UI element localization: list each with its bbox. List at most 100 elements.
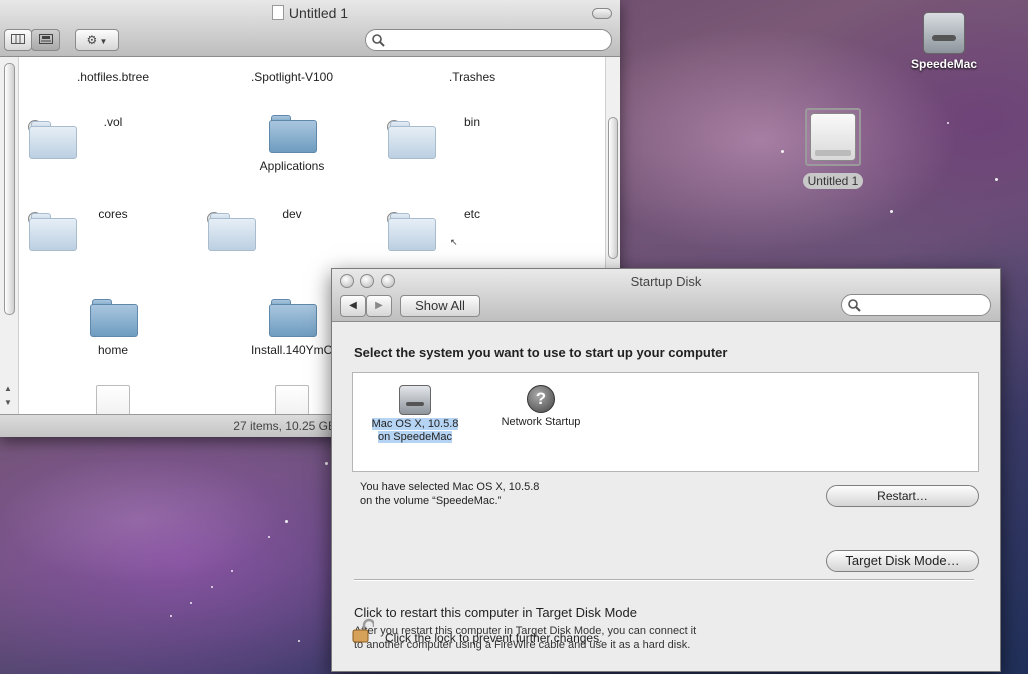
applications-folder-icon: [269, 115, 317, 153]
file-item[interactable]: .Spotlight-V100: [207, 70, 377, 84]
scroll-thumb[interactable]: [608, 117, 618, 259]
prefs-content: Select the system you want to use to sta…: [332, 322, 1000, 671]
file-item[interactable]: .hotfiles.btree: [28, 70, 198, 84]
show-all-label: Show All: [415, 298, 465, 313]
star: [190, 602, 192, 604]
folder-item[interactable]: bin: [387, 115, 557, 159]
file-name: cores: [98, 207, 128, 221]
back-button[interactable]: ◀: [340, 295, 366, 317]
toolbar-toggle-button[interactable]: [592, 8, 612, 19]
desktop-icon-speedemac[interactable]: SpeedeMac: [899, 12, 989, 73]
file-name: .vol: [103, 115, 123, 129]
info-line: You have selected Mac OS X, 10.5.8: [360, 481, 540, 493]
external-disk-icon: [810, 113, 856, 161]
search-input[interactable]: [390, 32, 605, 48]
folder-icon: [269, 299, 317, 337]
hard-disk-icon: [923, 12, 965, 54]
startup-disk-window: Startup Disk ◀ ▶ Show All Select the sys…: [331, 268, 1001, 672]
star: [781, 150, 784, 153]
volume-label-line1: Network Startup: [501, 416, 581, 428]
file-name: home: [97, 343, 129, 357]
star: [231, 570, 233, 572]
search-input[interactable]: [866, 297, 984, 313]
forward-arrow-icon: ▶: [375, 300, 383, 311]
file-item[interactable]: [28, 385, 198, 414]
star: [325, 462, 328, 465]
volume-icon: [271, 5, 284, 20]
lock-message: Click the lock to prevent further change…: [385, 631, 603, 645]
scroll-thumb[interactable]: [4, 63, 15, 315]
restart-label: Restart…: [877, 489, 928, 503]
search-icon: [848, 299, 861, 312]
file-name: .Trashes: [448, 70, 496, 84]
unlocked-padlock-icon[interactable]: [352, 618, 374, 644]
star: [947, 122, 949, 124]
folder-icon: [207, 212, 256, 251]
window-title-text: Untitled 1: [288, 5, 349, 21]
coverflow-view-icon: [38, 34, 53, 44]
target-disk-mode-heading: Click to restart this computer in Target…: [354, 605, 637, 620]
volume-label: Mac OS X, 10.5.8 on SpeedeMac: [367, 418, 463, 444]
chevron-down-icon: ▼: [97, 37, 108, 46]
column-view-icon: [11, 34, 25, 44]
prefs-search-field[interactable]: [841, 294, 991, 316]
volume-label-line1: Mac OS X, 10.5.8: [371, 418, 459, 430]
star: [170, 615, 172, 617]
file-item[interactable]: .Trashes: [387, 70, 557, 84]
star: [268, 536, 270, 538]
document-icon: [275, 385, 309, 414]
home-folder-icon: [90, 299, 138, 337]
folder-alias-icon: ↖: [387, 212, 458, 251]
folder-icon: [28, 212, 77, 251]
finder-titlebar[interactable]: Untitled 1 ⚙ ▼: [0, 0, 620, 57]
forward-button[interactable]: ▶: [366, 295, 392, 317]
star: [995, 178, 998, 181]
file-name: Install.140YmO: [250, 343, 334, 357]
star: [890, 210, 893, 213]
folder-item[interactable]: cores: [28, 207, 198, 251]
vertical-scrollbar-left[interactable]: ▲ ▼: [0, 57, 19, 414]
file-name: .Spotlight-V100: [250, 70, 334, 84]
desktop-icon-label: SpeedeMac: [910, 57, 978, 71]
restart-button[interactable]: Restart…: [826, 485, 979, 507]
window-title: Untitled 1: [0, 5, 620, 21]
coverflow-view-button[interactable]: [31, 29, 60, 51]
folder-icon: [28, 120, 77, 159]
startup-volume-network[interactable]: ? Network Startup: [493, 385, 589, 429]
scroll-up-arrow[interactable]: ▲: [2, 383, 14, 395]
target-disk-mode-button[interactable]: Target Disk Mode…: [826, 550, 979, 572]
file-name: dev: [282, 207, 302, 221]
divider: [354, 579, 974, 581]
action-menu-button[interactable]: ⚙ ▼: [75, 29, 119, 51]
folder-item[interactable]: ↖ etc: [387, 207, 557, 251]
folder-item[interactable]: Applications: [207, 115, 377, 173]
desktop-icon-untitled-1[interactable]: Untitled 1: [788, 108, 878, 190]
folder-item[interactable]: dev: [207, 207, 377, 251]
prefs-titlebar[interactable]: Startup Disk ◀ ▶ Show All: [332, 269, 1000, 322]
volume-label-line2: on SpeedeMac: [378, 431, 452, 443]
startup-volume-macosx[interactable]: Mac OS X, 10.5.8 on SpeedeMac: [367, 385, 463, 444]
star: [211, 586, 213, 588]
gear-icon: ⚙: [86, 33, 98, 47]
file-name: etc: [463, 207, 480, 221]
target-disk-mode-label: Target Disk Mode…: [845, 553, 960, 568]
file-name: Applications: [259, 159, 325, 173]
window-title: Startup Disk: [630, 274, 702, 289]
star: [298, 640, 300, 642]
show-all-button[interactable]: Show All: [400, 295, 480, 317]
search-icon: [372, 34, 385, 47]
selection-info: You have selected Mac OS X, 10.5.8 on th…: [360, 480, 539, 508]
folder-item[interactable]: .vol: [28, 115, 198, 159]
startup-volume-list: Mac OS X, 10.5.8 on SpeedeMac ? Network …: [352, 372, 979, 472]
column-view-button[interactable]: [4, 29, 32, 51]
hard-disk-icon: [399, 385, 431, 415]
scroll-down-arrow[interactable]: ▼: [2, 397, 14, 409]
alias-arrow-icon: ↖: [450, 237, 458, 247]
page-heading: Select the system you want to use to sta…: [354, 345, 728, 360]
star: [285, 520, 288, 523]
info-line: on the volume “SpeedeMac.”: [360, 495, 502, 507]
folder-icon: [387, 120, 436, 159]
finder-search-field[interactable]: [365, 29, 612, 51]
folder-item[interactable]: home: [28, 299, 198, 357]
selection-highlight: [805, 108, 861, 166]
